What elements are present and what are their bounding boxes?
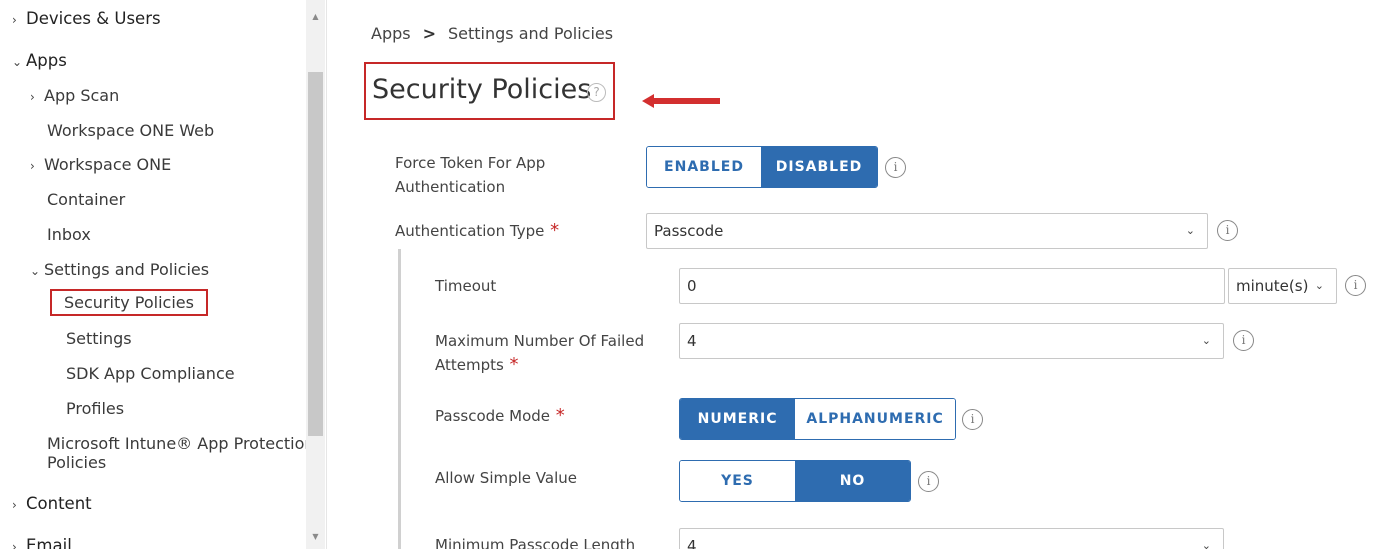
chevron-right-icon: › — [12, 540, 17, 549]
breadcrumb-apps[interactable]: Apps — [371, 24, 411, 43]
sidebar-item-intune-app-protection[interactable]: Microsoft Intune® App Protection Policie… — [47, 434, 317, 472]
help-icon[interactable]: ? — [587, 83, 606, 102]
simple-value-label: Allow Simple Value — [435, 469, 577, 487]
sidebar-item-security-policies[interactable]: Security Policies — [50, 289, 208, 316]
sidebar-item-workspace-one-web[interactable]: Workspace ONE Web — [47, 121, 214, 140]
sidebar-item-workspace-one[interactable]: › Workspace ONE — [30, 155, 171, 174]
force-token-enabled-button[interactable]: ENABLED — [647, 147, 762, 187]
simple-value-toggle: YES NO — [679, 460, 911, 502]
force-token-disabled-button[interactable]: DISABLED — [761, 147, 877, 187]
auth-type-select[interactable]: Passcode ⌄ — [646, 213, 1208, 249]
info-icon[interactable]: i — [1217, 220, 1238, 241]
chevron-right-icon: › — [30, 90, 35, 104]
info-icon[interactable]: i — [962, 409, 983, 430]
info-icon[interactable]: i — [1233, 330, 1254, 351]
sidebar-item-container[interactable]: Container — [47, 190, 125, 209]
simple-value-no-button[interactable]: NO — [795, 461, 910, 501]
sidebar-item-app-scan[interactable]: › App Scan — [30, 86, 119, 105]
passcode-mode-toggle: NUMERIC ALPHANUMERIC — [679, 398, 956, 440]
force-token-label: Force Token For App Authentication — [395, 154, 546, 196]
passcode-mode-alphanumeric-button[interactable]: ALPHANUMERIC — [795, 399, 955, 439]
sidebar-item-devices-users[interactable]: › Devices & Users — [12, 9, 161, 28]
chevron-right-icon: › — [12, 498, 17, 512]
min-length-label: Minimum Passcode Length — [435, 536, 636, 549]
chevron-down-icon: ⌄ — [1185, 224, 1195, 237]
chevron-right-icon: > — [422, 24, 436, 43]
nested-settings-indent-line — [398, 249, 401, 549]
max-failed-select[interactable]: 4 ⌄ — [679, 323, 1224, 359]
breadcrumb: Apps > Settings and Policies — [371, 24, 613, 43]
timeout-unit-select[interactable]: minute(s) ⌄ — [1228, 268, 1337, 304]
chevron-down-icon: ⌄ — [1201, 334, 1211, 347]
sidebar-item-sdk-app-compliance[interactable]: SDK App Compliance — [66, 364, 235, 383]
breadcrumb-current[interactable]: Settings and Policies — [448, 24, 613, 43]
info-icon[interactable]: i — [918, 471, 939, 492]
sidebar-item-profiles[interactable]: Profiles — [66, 399, 124, 418]
force-token-toggle: ENABLED DISABLED — [646, 146, 878, 188]
required-asterisk: * — [544, 220, 560, 241]
sidebar: › Devices & Users ⌄ Apps › App Scan Workspa… — [0, 0, 327, 549]
timeout-label: Timeout — [435, 277, 497, 295]
info-icon[interactable]: i — [1345, 275, 1366, 296]
scroll-thumb[interactable] — [308, 72, 323, 436]
chevron-down-icon: ⌄ — [1201, 539, 1211, 549]
page-title: Security Policies — [372, 74, 592, 105]
chevron-down-icon: ⌄ — [1314, 279, 1324, 292]
sidebar-item-settings-and-policies[interactable]: ⌄ Settings and Policies — [30, 260, 209, 279]
required-asterisk: * — [550, 405, 565, 426]
auth-type-label: Authentication Type * — [395, 220, 560, 241]
simple-value-yes-button[interactable]: YES — [680, 461, 795, 501]
max-failed-label: Maximum Number Of Failed Attempts * — [435, 332, 645, 375]
required-asterisk: * — [503, 354, 519, 375]
sidebar-item-email[interactable]: › Email — [12, 536, 72, 549]
sidebar-item-content[interactable]: › Content — [12, 494, 92, 513]
scroll-down-arrow-icon[interactable]: ▼ — [306, 528, 325, 546]
chevron-right-icon: › — [12, 13, 17, 27]
chevron-down-icon: ⌄ — [30, 264, 41, 278]
chevron-right-icon: › — [30, 159, 35, 173]
timeout-input[interactable]: 0 — [679, 268, 1225, 304]
scroll-up-arrow-icon[interactable]: ▲ — [306, 8, 325, 26]
sidebar-item-inbox[interactable]: Inbox — [47, 225, 91, 244]
sidebar-scrollbar[interactable]: ▲ ▼ — [306, 0, 325, 549]
info-icon[interactable]: i — [885, 157, 906, 178]
min-length-select[interactable]: 4 ⌄ — [679, 528, 1224, 549]
passcode-mode-label: Passcode Mode * — [435, 405, 565, 426]
sidebar-item-settings[interactable]: Settings — [66, 329, 132, 348]
annotation-arrow-icon — [642, 94, 720, 108]
passcode-mode-numeric-button[interactable]: NUMERIC — [680, 399, 796, 439]
chevron-down-icon: ⌄ — [12, 55, 23, 69]
sidebar-item-apps[interactable]: ⌄ Apps — [12, 51, 67, 70]
